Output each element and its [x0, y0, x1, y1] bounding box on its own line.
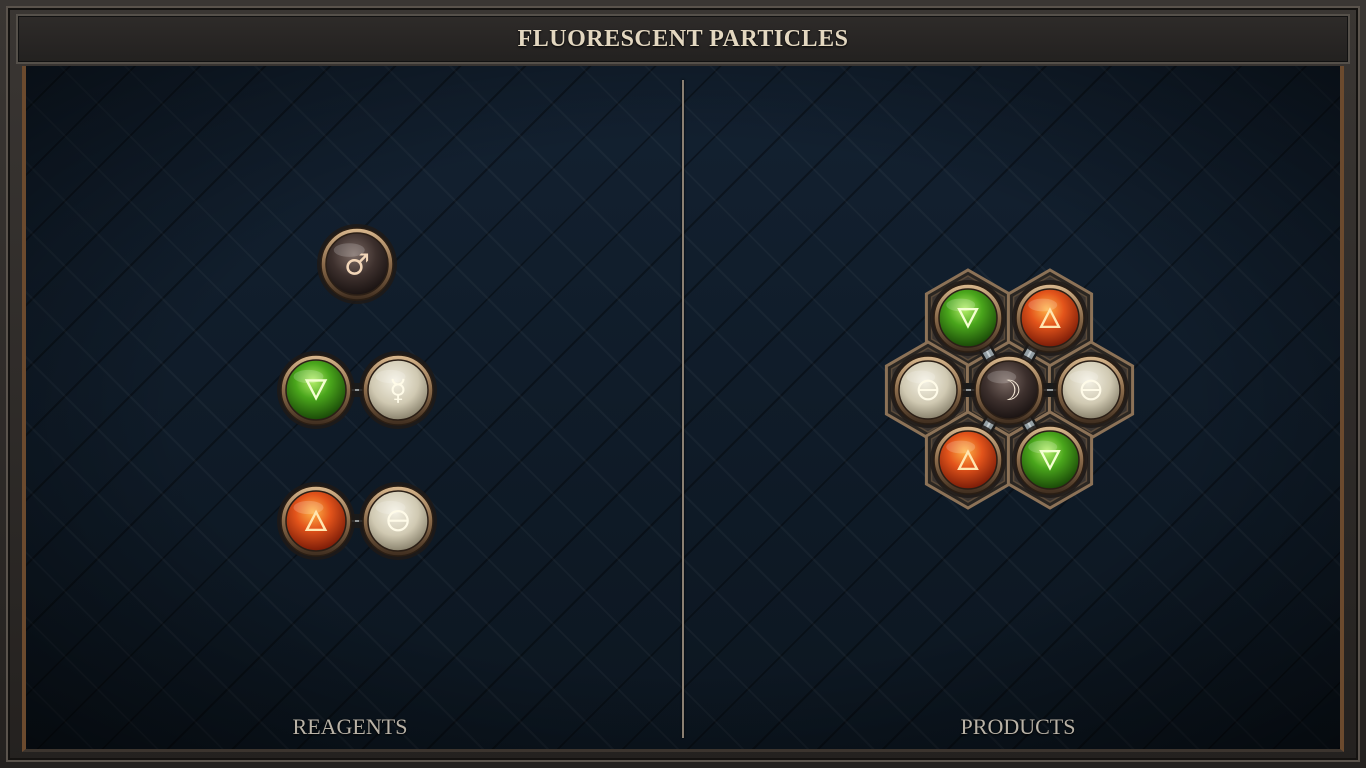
- reagent-fire-atom[interactable]: 🜂: [277, 482, 355, 560]
- salt-symbol-icon: 🜔: [1079, 374, 1103, 407]
- game-window: FLUORESCENT PARTICLES REAGENTS PRODUCTS: [0, 0, 1366, 768]
- product-water-atom[interactable]: 🜄: [1012, 422, 1088, 498]
- reagent-water-atom[interactable]: 🜄: [277, 351, 355, 429]
- silver-symbol-icon: ☽: [996, 374, 1021, 407]
- water-symbol-icon: 🜄: [303, 373, 328, 407]
- fire-symbol-icon: 🜂: [303, 504, 328, 538]
- product-salt-atom[interactable]: 🜔: [890, 352, 966, 428]
- product-silver-atom[interactable]: ☽: [971, 352, 1047, 428]
- iron-symbol-icon: ♂: [344, 248, 370, 282]
- molecule-scene: ♂ 🜄 ☿ 🜂 🜔 🜄 🜂 🜔 ☽ 🜔 🜂 🜄: [277, 224, 1135, 560]
- fire-symbol-icon: 🜂: [956, 444, 980, 477]
- water-symbol-icon: 🜄: [956, 302, 980, 335]
- fire-symbol-icon: 🜂: [1038, 302, 1062, 335]
- water-symbol-icon: 🜄: [1038, 444, 1062, 477]
- salt-symbol-icon: 🜔: [386, 504, 410, 538]
- product-salt-atom[interactable]: 🜔: [1053, 352, 1129, 428]
- reagent-salt-atom[interactable]: 🜔: [359, 482, 437, 560]
- reagent-quicksilver-atom[interactable]: ☿: [359, 351, 437, 429]
- product-fire-atom[interactable]: 🜂: [930, 422, 1006, 498]
- quicksilver-symbol-icon: ☿: [389, 373, 407, 407]
- reagent-iron-atom[interactable]: ♂: [317, 224, 397, 304]
- salt-symbol-icon: 🜔: [916, 374, 940, 407]
- product-water-atom[interactable]: 🜄: [930, 280, 1006, 356]
- product-fire-atom[interactable]: 🜂: [1012, 280, 1088, 356]
